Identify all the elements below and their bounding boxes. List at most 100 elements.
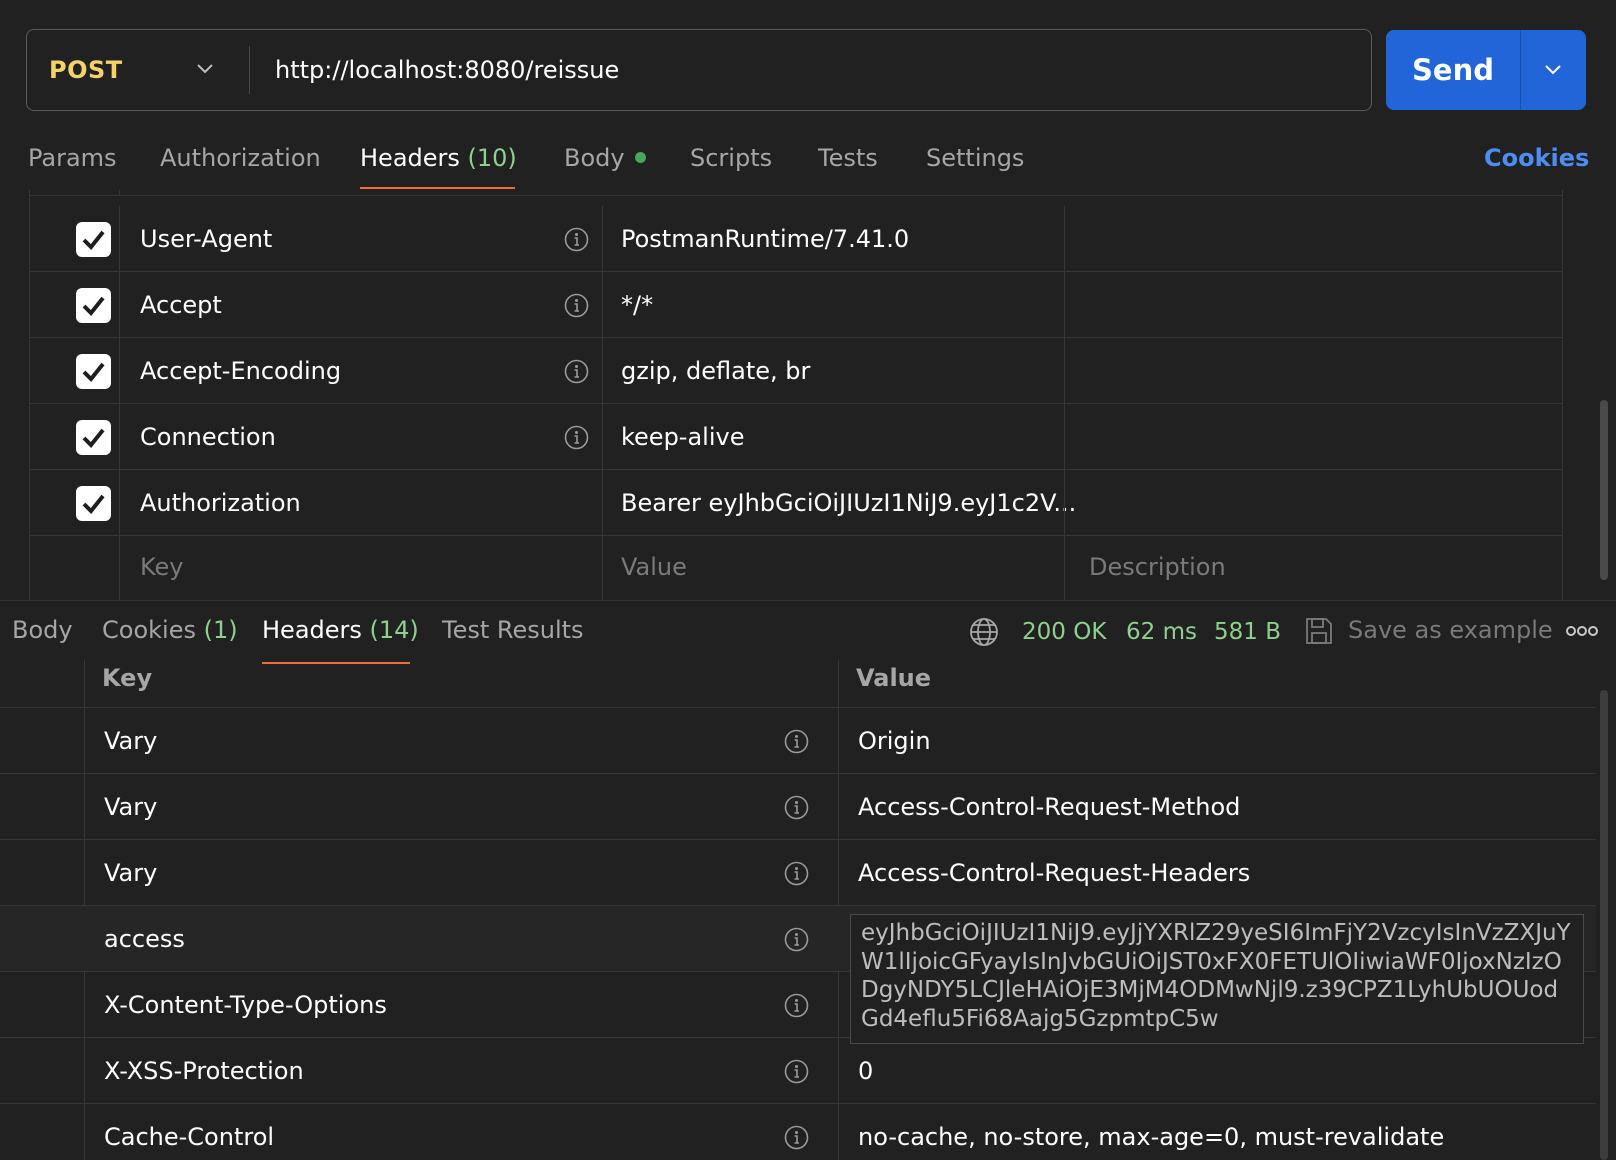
response-headers-table: Key Value Vary Origin Vary Access-Contro… bbox=[0, 660, 1596, 1160]
response-size[interactable]: 581 B bbox=[1214, 614, 1281, 650]
active-tab-indicator bbox=[360, 187, 515, 189]
tab-response-cookies[interactable]: Cookies (1) bbox=[102, 612, 238, 648]
tab-headers-label: Headers bbox=[360, 144, 460, 172]
row-enabled-checkbox[interactable] bbox=[76, 288, 111, 323]
info-icon[interactable] bbox=[784, 1125, 809, 1150]
column-divider bbox=[1064, 536, 1065, 600]
info-icon[interactable] bbox=[784, 795, 809, 820]
checkmark-icon bbox=[82, 494, 105, 514]
tab-test-results[interactable]: Test Results bbox=[442, 612, 584, 648]
access-token-value[interactable]: eyJhbGciOiJIUzI1NiJ9.eyJjYXRlZ29yeSI6ImF… bbox=[850, 914, 1584, 1044]
table-row: X-XSS-Protection 0 bbox=[0, 1038, 1596, 1104]
tab-response-headers[interactable]: Headers (14) bbox=[262, 612, 419, 648]
save-as-example-button[interactable]: Save as example bbox=[1348, 612, 1553, 648]
tab-params[interactable]: Params bbox=[28, 140, 117, 180]
tab-authorization[interactable]: Authorization bbox=[160, 140, 321, 180]
header-key[interactable]: X-Content-Type-Options bbox=[104, 972, 387, 1038]
tab-headers-label: Headers bbox=[262, 616, 362, 644]
column-divider bbox=[119, 190, 120, 196]
globe-icon[interactable] bbox=[968, 616, 1000, 648]
header-value[interactable]: Access-Control-Request-Headers bbox=[858, 840, 1250, 906]
url-input[interactable]: http://localhost:8080/reissue bbox=[275, 30, 619, 110]
request-headers-table: User-Agent PostmanRuntime/7.41.0 Accept … bbox=[29, 190, 1563, 600]
panel-divider[interactable] bbox=[0, 600, 1616, 601]
info-icon[interactable] bbox=[784, 861, 809, 886]
row-enabled-checkbox[interactable] bbox=[76, 420, 111, 455]
table-row: Cache-Control no-cache, no-store, max-ag… bbox=[0, 1104, 1596, 1160]
info-icon[interactable] bbox=[784, 1059, 809, 1084]
tab-body[interactable]: Body bbox=[564, 140, 646, 180]
header-value[interactable]: keep-alive bbox=[621, 404, 744, 470]
header-value[interactable]: 0 bbox=[858, 1038, 873, 1104]
header-key[interactable]: Connection bbox=[140, 404, 276, 470]
status-code[interactable]: 200 OK bbox=[1022, 614, 1106, 650]
tab-tests[interactable]: Tests bbox=[818, 140, 878, 180]
header-key[interactable]: Accept bbox=[140, 272, 222, 338]
new-value-input[interactable]: Value bbox=[621, 536, 687, 598]
new-key-input[interactable]: Key bbox=[140, 536, 184, 598]
header-value[interactable]: no-cache, no-store, max-age=0, must-reva… bbox=[858, 1104, 1444, 1160]
column-divider bbox=[602, 338, 603, 404]
column-divider bbox=[602, 536, 603, 600]
header-key[interactable]: X-XSS-Protection bbox=[104, 1038, 304, 1104]
header-value[interactable]: */* bbox=[621, 272, 653, 338]
more-options-icon[interactable] bbox=[1566, 624, 1598, 638]
header-value[interactable]: Access-Control-Request-Method bbox=[858, 774, 1240, 840]
info-icon[interactable] bbox=[564, 359, 589, 384]
header-key[interactable]: Cache-Control bbox=[104, 1104, 274, 1160]
new-description-input[interactable]: Description bbox=[1089, 536, 1226, 598]
header-value[interactable]: PostmanRuntime/7.41.0 bbox=[621, 206, 909, 272]
header-value[interactable]: Origin bbox=[858, 708, 931, 774]
table-row: Accept */* bbox=[30, 272, 1562, 338]
send-options-button[interactable] bbox=[1520, 30, 1586, 110]
table-header-row bbox=[0, 660, 1596, 708]
send-button[interactable]: Send bbox=[1386, 30, 1520, 110]
table-row: Vary Access-Control-Request-Headers bbox=[0, 840, 1596, 906]
save-icon[interactable] bbox=[1304, 616, 1334, 646]
request-scrollbar[interactable] bbox=[1600, 400, 1608, 580]
response-scrollbar[interactable] bbox=[1600, 690, 1608, 1160]
tab-scripts[interactable]: Scripts bbox=[690, 140, 772, 180]
column-divider bbox=[119, 206, 120, 272]
header-key[interactable]: Authorization bbox=[140, 470, 301, 536]
column-divider bbox=[602, 206, 603, 272]
tab-cookies-label: Cookies bbox=[102, 616, 196, 644]
column-divider bbox=[1064, 470, 1065, 536]
header-value[interactable]: gzip, deflate, br bbox=[621, 338, 810, 404]
tab-settings[interactable]: Settings bbox=[926, 140, 1024, 180]
column-divider bbox=[119, 404, 120, 470]
header-key[interactable]: Accept-Encoding bbox=[140, 338, 341, 404]
tab-headers-count: (10) bbox=[467, 144, 517, 172]
row-enabled-checkbox[interactable] bbox=[76, 486, 111, 521]
header-key[interactable]: access bbox=[104, 906, 185, 972]
header-value[interactable]: Bearer eyJhbGciOiJIUzI1NiJ9.eyJ1c2V... bbox=[621, 470, 1076, 536]
tab-headers[interactable]: Headers (10) bbox=[360, 140, 517, 180]
info-icon[interactable] bbox=[564, 293, 589, 318]
tab-body-label: Body bbox=[564, 144, 625, 172]
header-key[interactable]: Vary bbox=[104, 840, 157, 906]
row-enabled-checkbox[interactable] bbox=[76, 354, 111, 389]
method-select[interactable]: POST bbox=[49, 30, 123, 110]
table-row: Authorization Bearer eyJhbGciOiJIUzI1NiJ… bbox=[30, 470, 1562, 536]
column-divider bbox=[119, 470, 120, 536]
new-header-row: Key Value Description bbox=[30, 536, 1562, 600]
header-key[interactable]: User-Agent bbox=[140, 206, 272, 272]
tab-response-body[interactable]: Body bbox=[12, 612, 73, 648]
table-row: Connection keep-alive bbox=[30, 404, 1562, 470]
table-row: User-Agent PostmanRuntime/7.41.0 bbox=[30, 206, 1562, 272]
body-modified-dot bbox=[634, 151, 646, 163]
cookies-link[interactable]: Cookies bbox=[1484, 140, 1589, 176]
info-icon[interactable] bbox=[564, 227, 589, 252]
chevron-down-icon[interactable] bbox=[193, 56, 217, 80]
checkmark-icon bbox=[82, 428, 105, 448]
column-divider bbox=[602, 404, 603, 470]
info-icon[interactable] bbox=[564, 425, 589, 450]
header-key[interactable]: Vary bbox=[104, 774, 157, 840]
info-icon[interactable] bbox=[784, 927, 809, 952]
response-time[interactable]: 62 ms bbox=[1126, 614, 1197, 650]
header-key[interactable]: Vary bbox=[104, 708, 157, 774]
row-enabled-checkbox[interactable] bbox=[76, 222, 111, 257]
checkmark-icon bbox=[82, 296, 105, 316]
info-icon[interactable] bbox=[784, 729, 809, 754]
info-icon[interactable] bbox=[784, 993, 809, 1018]
